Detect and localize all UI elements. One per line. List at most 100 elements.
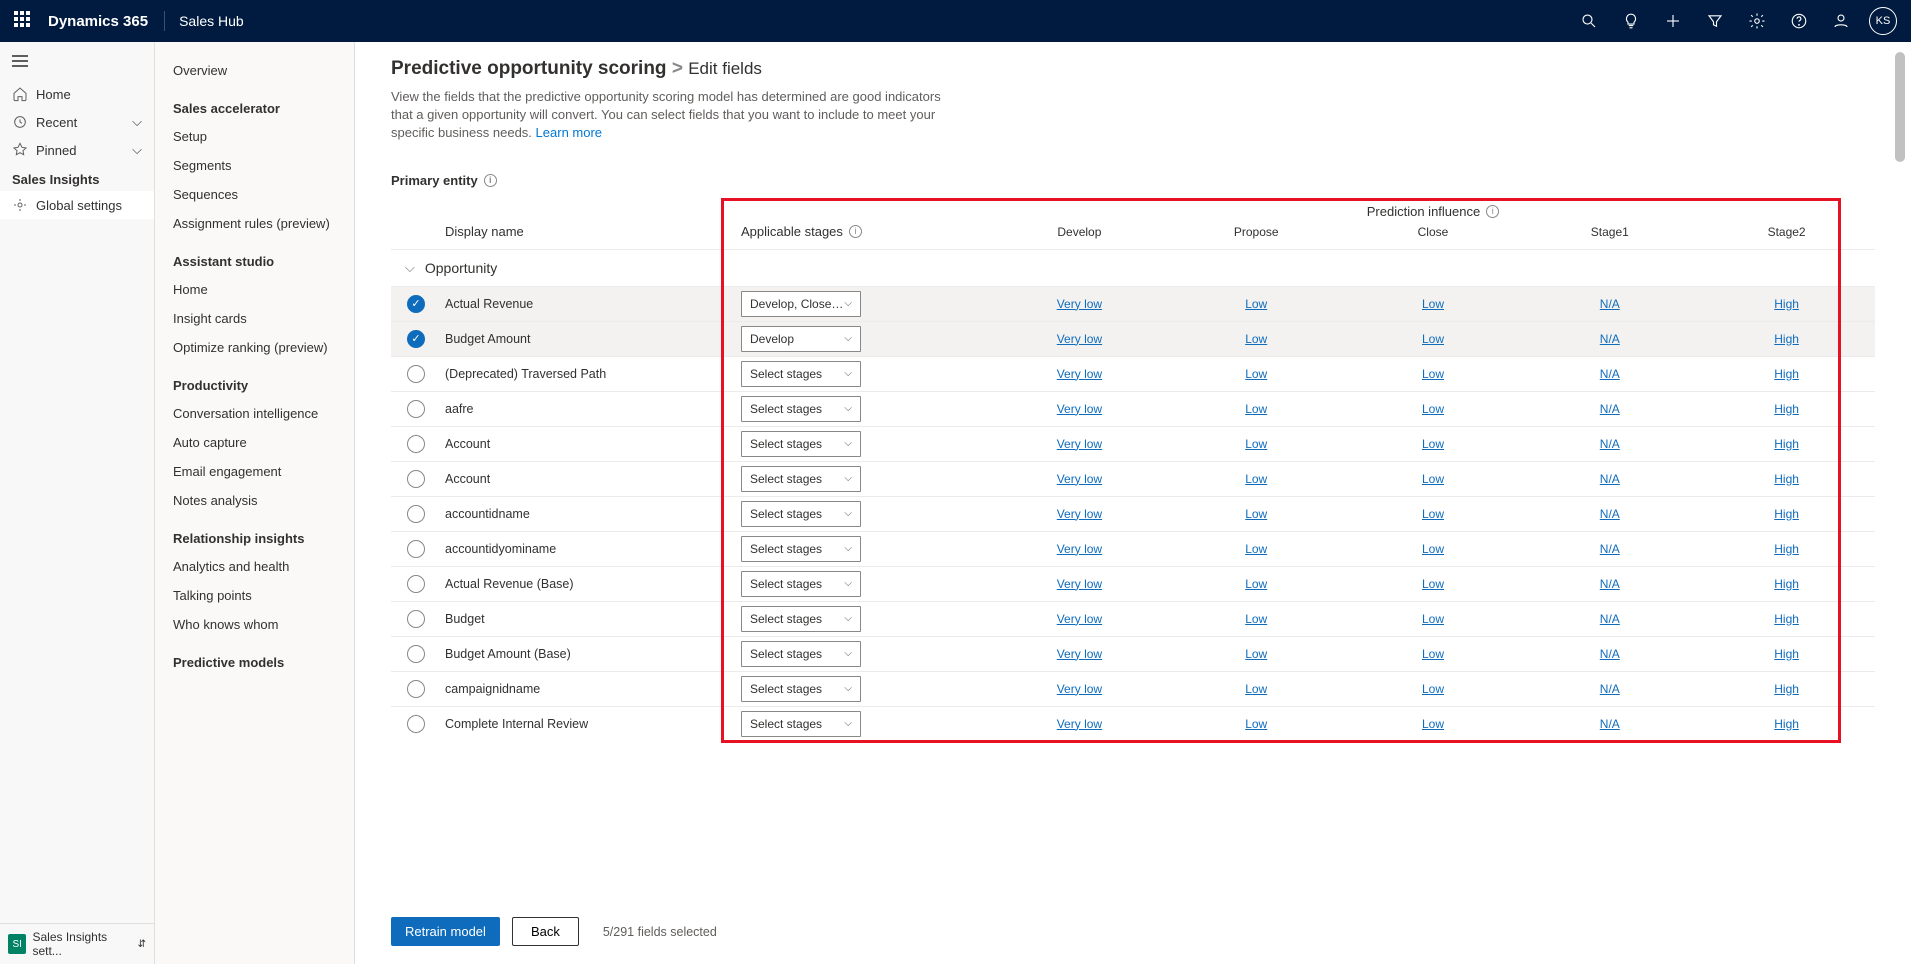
row-checkbox[interactable] [407, 295, 425, 313]
subnav-talking[interactable]: Talking points [155, 581, 354, 610]
stage-select[interactable]: Select stages⌵ [741, 501, 861, 527]
influence-link[interactable]: N/A [1521, 647, 1698, 661]
nav-area-switcher[interactable]: SI Sales Insights sett... ⇵ [0, 923, 154, 964]
influence-link[interactable]: Low [1345, 647, 1522, 661]
influence-link[interactable]: Low [1168, 682, 1345, 696]
help-icon[interactable] [1779, 0, 1819, 42]
influence-link[interactable]: Very low [991, 367, 1168, 381]
influence-link[interactable]: High [1698, 472, 1875, 486]
influence-link[interactable]: Low [1168, 507, 1345, 521]
influence-link[interactable]: High [1698, 682, 1875, 696]
row-checkbox[interactable] [407, 575, 425, 593]
influence-link[interactable]: N/A [1521, 577, 1698, 591]
influence-link[interactable]: Low [1168, 542, 1345, 556]
row-checkbox[interactable] [407, 645, 425, 663]
influence-link[interactable]: Low [1168, 332, 1345, 346]
row-checkbox[interactable] [407, 540, 425, 558]
subnav-assignment-rules[interactable]: Assignment rules (preview) [155, 209, 354, 238]
row-checkbox[interactable] [407, 680, 425, 698]
influence-link[interactable]: N/A [1521, 542, 1698, 556]
stage-select[interactable]: Select stages⌵ [741, 606, 861, 632]
influence-link[interactable]: Low [1345, 577, 1522, 591]
influence-link[interactable]: Low [1345, 507, 1522, 521]
influence-link[interactable]: Low [1345, 682, 1522, 696]
influence-link[interactable]: Very low [991, 647, 1168, 661]
stage-select[interactable]: Select stages⌵ [741, 641, 861, 667]
influence-link[interactable]: Very low [991, 297, 1168, 311]
influence-link[interactable]: Very low [991, 542, 1168, 556]
influence-link[interactable]: Low [1168, 647, 1345, 661]
influence-link[interactable]: N/A [1521, 682, 1698, 696]
influence-link[interactable]: Low [1168, 612, 1345, 626]
influence-link[interactable]: N/A [1521, 297, 1698, 311]
stage-select[interactable]: Select stages⌵ [741, 536, 861, 562]
search-icon[interactable] [1569, 0, 1609, 42]
back-button[interactable]: Back [512, 917, 579, 946]
stage-select[interactable]: Select stages⌵ [741, 711, 861, 737]
influence-link[interactable]: Very low [991, 682, 1168, 696]
row-checkbox[interactable] [407, 330, 425, 348]
stage-select[interactable]: Develop⌵ [741, 326, 861, 352]
influence-link[interactable]: Very low [991, 402, 1168, 416]
stage-select[interactable]: Select stages⌵ [741, 396, 861, 422]
influence-link[interactable]: Low [1168, 437, 1345, 451]
subnav-setup[interactable]: Setup [155, 122, 354, 151]
subnav-email[interactable]: Email engagement [155, 457, 354, 486]
influence-link[interactable]: Very low [991, 472, 1168, 486]
influence-link[interactable]: Low [1168, 402, 1345, 416]
subnav-insight-cards[interactable]: Insight cards [155, 304, 354, 333]
influence-link[interactable]: N/A [1521, 612, 1698, 626]
influence-link[interactable]: Low [1345, 437, 1522, 451]
influence-link[interactable]: Low [1345, 542, 1522, 556]
influence-link[interactable]: High [1698, 297, 1875, 311]
stage-select[interactable]: Select stages⌵ [741, 676, 861, 702]
gear-icon[interactable] [1737, 0, 1777, 42]
subnav-autocapture[interactable]: Auto capture [155, 428, 354, 457]
subnav-overview[interactable]: Overview [155, 56, 354, 85]
info-icon[interactable]: i [849, 225, 862, 238]
row-checkbox[interactable] [407, 715, 425, 733]
filter-icon[interactable] [1695, 0, 1735, 42]
influence-link[interactable]: N/A [1521, 367, 1698, 381]
influence-link[interactable]: Low [1168, 472, 1345, 486]
influence-link[interactable]: Low [1345, 332, 1522, 346]
influence-link[interactable]: High [1698, 402, 1875, 416]
nav-global-settings[interactable]: Global settings [0, 191, 154, 219]
stage-select[interactable]: Select stages⌵ [741, 361, 861, 387]
hamburger-icon[interactable] [0, 42, 154, 80]
subnav-optimize[interactable]: Optimize ranking (preview) [155, 333, 354, 362]
row-checkbox[interactable] [407, 470, 425, 488]
subnav-whoknows[interactable]: Who knows whom [155, 610, 354, 639]
influence-link[interactable]: High [1698, 647, 1875, 661]
influence-link[interactable]: Low [1168, 717, 1345, 731]
retrain-button[interactable]: Retrain model [391, 917, 500, 946]
nav-recent[interactable]: Recent ⌵ [0, 108, 154, 136]
stage-select[interactable]: Select stages⌵ [741, 466, 861, 492]
influence-link[interactable]: N/A [1521, 402, 1698, 416]
influence-link[interactable]: High [1698, 542, 1875, 556]
subnav-notes[interactable]: Notes analysis [155, 486, 354, 515]
group-opportunity[interactable]: ⌵ Opportunity [391, 250, 1875, 286]
subnav-home[interactable]: Home [155, 275, 354, 304]
app-launcher-icon[interactable] [14, 11, 34, 31]
influence-link[interactable]: N/A [1521, 332, 1698, 346]
influence-link[interactable]: High [1698, 437, 1875, 451]
info-icon[interactable]: i [484, 174, 497, 187]
row-checkbox[interactable] [407, 505, 425, 523]
assistant-icon[interactable] [1821, 0, 1861, 42]
plus-icon[interactable] [1653, 0, 1693, 42]
stage-select[interactable]: Select stages⌵ [741, 431, 861, 457]
influence-link[interactable]: Very low [991, 717, 1168, 731]
influence-link[interactable]: Low [1345, 717, 1522, 731]
info-icon[interactable]: i [1486, 205, 1499, 218]
stage-select[interactable]: Select stages⌵ [741, 571, 861, 597]
subnav-analytics[interactable]: Analytics and health [155, 552, 354, 581]
row-checkbox[interactable] [407, 435, 425, 453]
influence-link[interactable]: High [1698, 367, 1875, 381]
influence-link[interactable]: High [1698, 507, 1875, 521]
influence-link[interactable]: Very low [991, 507, 1168, 521]
influence-link[interactable]: Low [1168, 577, 1345, 591]
influence-link[interactable]: Very low [991, 332, 1168, 346]
lightbulb-icon[interactable] [1611, 0, 1651, 42]
influence-link[interactable]: Very low [991, 577, 1168, 591]
